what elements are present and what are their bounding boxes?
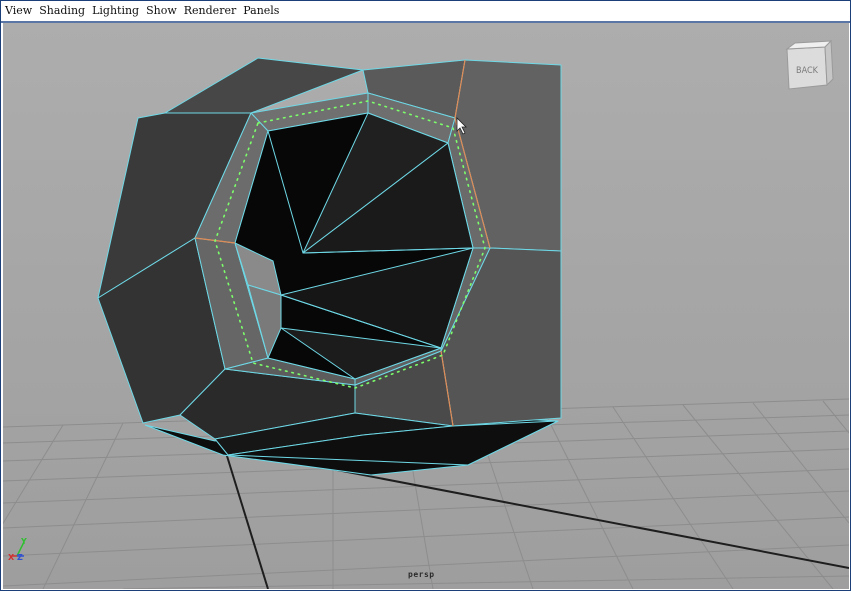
view-cube-label: BACK [796,66,819,76]
view-cube[interactable]: BACK [785,39,834,90]
menu-view[interactable]: View [1,1,35,21]
axis-y-label: Y [20,537,27,546]
axis-z-label: Z [17,553,23,562]
axis-x-label: X [8,553,15,562]
perspective-viewport[interactable]: BACK Y X Z persp [3,23,849,589]
menu-panels[interactable]: Panels [239,1,282,21]
viewport-scene[interactable]: BACK Y X Z [3,23,849,589]
maya-viewport-window: View Shading Lighting Show Renderer Pane… [0,0,851,591]
camera-label: persp [408,570,435,579]
menu-renderer[interactable]: Renderer [180,1,239,21]
mesh-inner-cavity [234,112,474,380]
menu-show[interactable]: Show [142,1,180,21]
menu-lighting[interactable]: Lighting [88,1,142,21]
panel-menubar: View Shading Lighting Show Renderer Pane… [1,1,850,23]
menu-shading[interactable]: Shading [35,1,88,21]
